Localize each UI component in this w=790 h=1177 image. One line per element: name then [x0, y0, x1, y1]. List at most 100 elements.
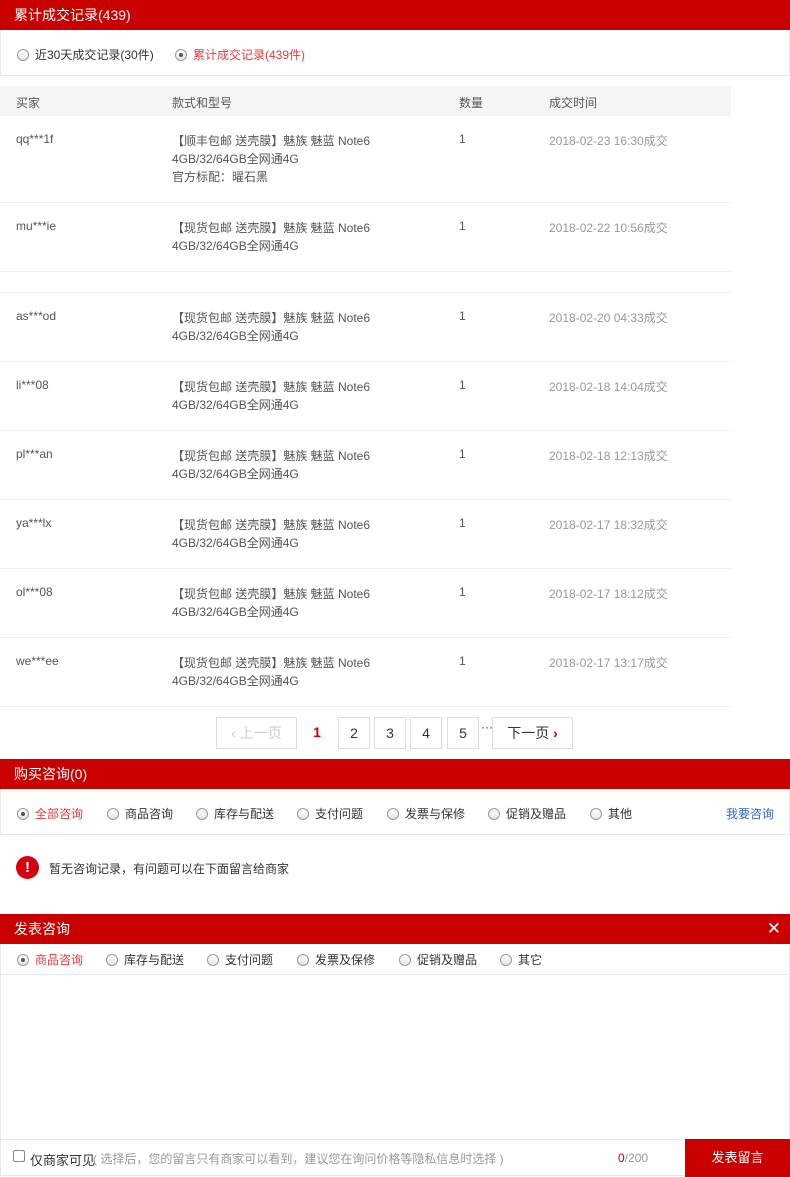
- private-label: 仅商家可见: [30, 1153, 96, 1168]
- consult-empty-text: 暂无咨询记录，有问题可以在下面留言给商家: [49, 862, 290, 876]
- quantity: 1: [459, 309, 466, 323]
- buyer-name: pl***an: [16, 447, 53, 461]
- page-2-button[interactable]: 2: [338, 717, 370, 749]
- radio-icon[interactable]: [107, 807, 119, 820]
- message-textarea[interactable]: [1, 975, 789, 1139]
- product-spec: 【现货包邮 送壳膜】魅族 魅蓝 Note6 4GB/32/64GB全网通4G: [172, 309, 392, 345]
- product-spec: 【顺丰包邮 送壳膜】魅族 魅蓝 Note6 4GB/32/64GB全网通4G 官…: [172, 132, 392, 186]
- page-4-button[interactable]: 4: [410, 717, 442, 749]
- quantity: 1: [459, 132, 466, 146]
- post-footer: 仅商家可见 ( 选择后，您的留言只有商家可以看到，建议您在询问价格等隐私信息时选…: [1, 1139, 790, 1177]
- consult-filter-payment[interactable]: 支付问题: [297, 805, 363, 822]
- post-type-payment[interactable]: 支付问题: [207, 951, 273, 968]
- col-qty: 数量: [459, 96, 484, 110]
- radio-icon[interactable]: [590, 807, 602, 820]
- consult-filter-product[interactable]: 商品咨询: [107, 805, 173, 822]
- radio-icon[interactable]: [196, 807, 208, 820]
- deal-time: 2018-02-18 12:13成交: [549, 449, 668, 463]
- deal-time: 2018-02-17 13:17成交: [549, 656, 668, 670]
- table-row: we***ee 【现货包邮 送壳膜】魅族 魅蓝 Note6 4GB/32/64G…: [0, 638, 731, 707]
- post-title-bar: 发表咨询 ✕: [0, 914, 790, 944]
- deal-time: 2018-02-18 14:04成交: [549, 380, 668, 394]
- consult-filter-invoice[interactable]: 发票与保修: [387, 805, 465, 822]
- post-title: 发表咨询: [14, 921, 70, 937]
- deals-filter-30days[interactable]: 近30天成交记录(30件): [17, 46, 154, 63]
- post-type-product[interactable]: 商品咨询: [17, 951, 83, 968]
- deals-title-bar: 累计成交记录(439): [0, 0, 790, 30]
- consult-filter: 全部咨询 商品咨询 库存与配送 支付问题 发票与保修 促销及赠品 其他 我要咨询: [0, 789, 790, 835]
- char-counter: 0/200: [618, 1151, 648, 1165]
- post-type-invoice[interactable]: 发票及保修: [297, 951, 375, 968]
- table-row: as***od 【现货包邮 送壳膜】魅族 魅蓝 Note6 4GB/32/64G…: [0, 293, 731, 362]
- char-count-current: 0: [618, 1151, 625, 1165]
- private-checkbox[interactable]: [13, 1150, 25, 1162]
- close-icon[interactable]: ✕: [767, 914, 781, 944]
- radio-icon[interactable]: [106, 953, 118, 966]
- product-line: 4GB/32/64GB全网通4G: [172, 152, 299, 166]
- quantity: 1: [459, 654, 466, 668]
- deal-time: 2018-02-20 04:33成交: [549, 311, 668, 325]
- chevron-left-icon: ‹: [231, 725, 236, 741]
- deal-time: 2018-02-17 18:32成交: [549, 518, 668, 532]
- product-line: 【现货包邮 送壳膜】魅族 魅蓝 Note6: [172, 449, 371, 463]
- quantity: 1: [459, 219, 466, 233]
- radio-selected-icon[interactable]: [175, 48, 187, 61]
- page-5-button[interactable]: 5: [447, 717, 479, 749]
- table-row: mu***ie 【现货包邮 送壳膜】魅族 魅蓝 Note6 4GB/32/64G…: [0, 203, 731, 272]
- radio-icon[interactable]: [399, 953, 411, 966]
- buyer-name: mu***ie: [16, 219, 57, 233]
- radio-icon[interactable]: [488, 807, 500, 820]
- product-spec: 【现货包邮 送壳膜】魅族 魅蓝 Note6 4GB/32/64GB全网通4G: [172, 447, 392, 483]
- page-1-button[interactable]: 1: [301, 717, 333, 749]
- deals-filter-all[interactable]: 累计成交记录(439件): [175, 46, 305, 63]
- product-line: 【现货包邮 送壳膜】魅族 魅蓝 Note6: [172, 311, 371, 325]
- product-line: 【顺丰包邮 送壳膜】魅族 魅蓝 Note6: [172, 134, 371, 148]
- table-row: qq***1f 【顺丰包邮 送壳膜】魅族 魅蓝 Note6 4GB/32/64G…: [0, 116, 731, 203]
- chevron-right-icon: ›: [553, 725, 558, 741]
- deal-time: 2018-02-22 10:56成交: [549, 221, 668, 235]
- table-row: [0, 272, 731, 293]
- quantity: 1: [459, 585, 466, 599]
- radio-icon[interactable]: [387, 807, 399, 820]
- table-row: ol***08 【现货包邮 送壳膜】魅族 魅蓝 Note6 4GB/32/64G…: [0, 569, 731, 638]
- product-line: 【现货包邮 送壳膜】魅族 魅蓝 Note6: [172, 587, 371, 601]
- ask-question-link[interactable]: 我要咨询: [726, 805, 774, 822]
- post-type-other[interactable]: 其它: [500, 951, 542, 968]
- col-time: 成交时间: [549, 96, 598, 110]
- consult-filter-other[interactable]: 其他: [590, 805, 632, 822]
- table-row: ya***lx 【现货包邮 送壳膜】魅族 魅蓝 Note6 4GB/32/64G…: [0, 500, 731, 569]
- buyer-name: li***08: [16, 378, 49, 392]
- next-page-button[interactable]: 下一页 ›: [492, 717, 573, 749]
- consult-filter-all[interactable]: 全部咨询: [17, 805, 83, 822]
- product-spec: 【现货包邮 送壳膜】魅族 魅蓝 Note6 4GB/32/64GB全网通4G: [172, 219, 392, 255]
- deals-title: 累计成交记录(439): [14, 7, 131, 23]
- radio-icon[interactable]: [297, 953, 309, 966]
- product-line: 4GB/32/64GB全网通4G: [172, 239, 299, 253]
- consult-filter-stock[interactable]: 库存与配送: [196, 805, 274, 822]
- post-form: 商品咨询 库存与配送 支付问题 发票及保修 促销及赠品 其它 仅商家可见 ( 选…: [0, 944, 790, 1177]
- radio-icon[interactable]: [17, 48, 29, 61]
- char-count-max: /200: [624, 1151, 649, 1165]
- buyer-name: we***ee: [16, 654, 59, 668]
- col-product: 款式和型号: [172, 96, 233, 110]
- warning-icon: !: [16, 856, 39, 879]
- product-line: 官方标配：曜石黑: [172, 170, 269, 184]
- radio-icon[interactable]: [207, 953, 219, 966]
- submit-button[interactable]: 发表留言: [685, 1139, 790, 1177]
- product-line: 4GB/32/64GB全网通4G: [172, 329, 299, 343]
- radio-selected-icon[interactable]: [17, 807, 29, 820]
- prev-page-button[interactable]: ‹ 上一页: [216, 717, 297, 749]
- consult-filter-promo[interactable]: 促销及赠品: [488, 805, 566, 822]
- consult-title: 购买咨询(0): [14, 766, 88, 782]
- page-3-button[interactable]: 3: [374, 717, 406, 749]
- radio-icon[interactable]: [297, 807, 309, 820]
- post-type-stock[interactable]: 库存与配送: [106, 951, 184, 968]
- radio-icon[interactable]: [500, 953, 512, 966]
- deals-filter: 近30天成交记录(30件) 累计成交记录(439件): [0, 30, 790, 76]
- product-line: 【现货包邮 送壳膜】魅族 魅蓝 Note6: [172, 380, 371, 394]
- product-spec: 【现货包邮 送壳膜】魅族 魅蓝 Note6 4GB/32/64GB全网通4G: [172, 516, 392, 552]
- radio-selected-icon[interactable]: [17, 953, 29, 966]
- post-type-promo[interactable]: 促销及赠品: [399, 951, 477, 968]
- product-line: 4GB/32/64GB全网通4G: [172, 467, 299, 481]
- product-spec: 【现货包邮 送壳膜】魅族 魅蓝 Note6 4GB/32/64GB全网通4G: [172, 585, 392, 621]
